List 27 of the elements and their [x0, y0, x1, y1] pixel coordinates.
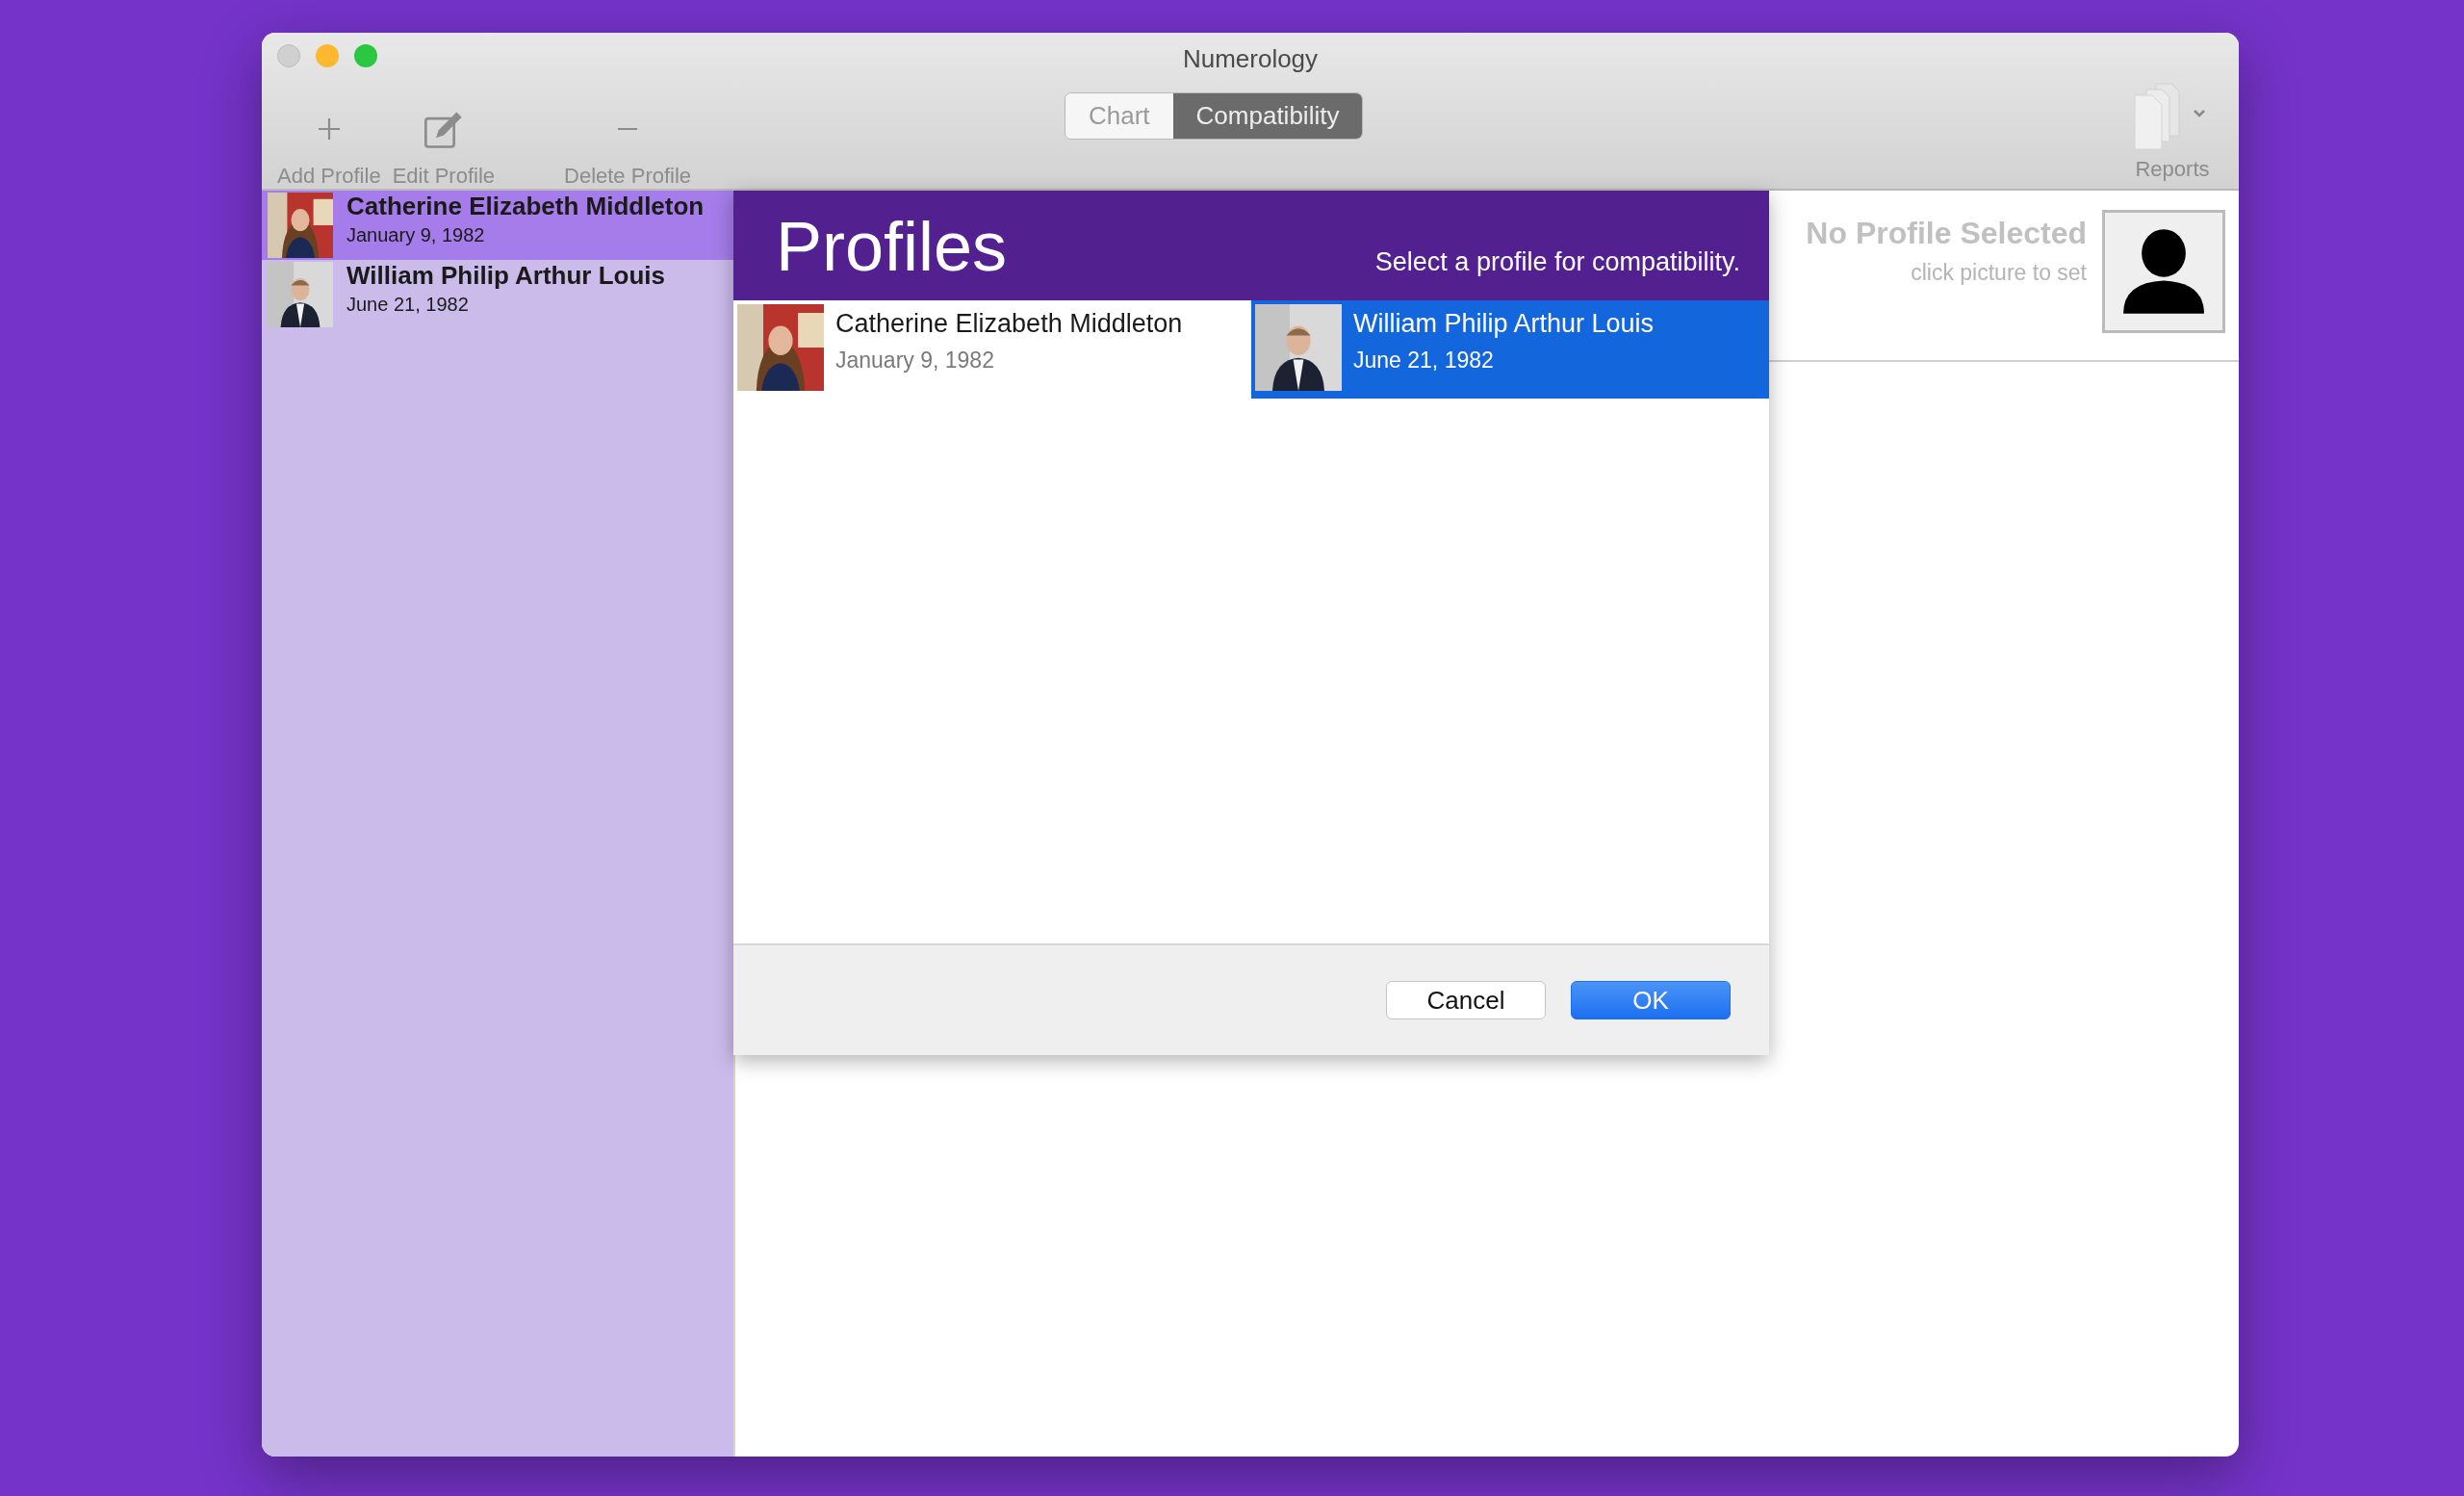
profile-date: June 21, 1982: [1353, 346, 1495, 374]
dialog-title: Profiles: [776, 212, 1008, 281]
sidebar-item[interactable]: Catherine Elizabeth Middleton January 9, 1982: [262, 191, 733, 260]
segment-tab[interactable]: Compatibility: [1172, 93, 1363, 139]
profile-date: June 21, 1982: [346, 292, 470, 317]
close-button[interactable]: [277, 44, 300, 67]
minimize-button[interactable]: [316, 44, 339, 67]
pencil-square-icon: [424, 110, 463, 148]
dialog-subtitle: Select a profile for compatibility.: [1374, 245, 1740, 278]
profile-name: Catherine Elizabeth Middleton: [835, 308, 1183, 340]
cancel-button[interactable]: Cancel: [1386, 981, 1546, 1019]
detail-hint: click picture to set: [1910, 259, 2087, 287]
profile-name: Catherine Elizabeth Middleton: [346, 193, 705, 220]
profile-name: William Philip Arthur Louis: [346, 262, 666, 290]
minus-icon: [617, 128, 639, 130]
window-title: Numerology: [1182, 43, 1319, 75]
segment-tab[interactable]: Chart: [1065, 93, 1173, 139]
detail-title: No Profile Selected: [1806, 215, 2087, 252]
profile-name: William Philip Arthur Louis: [1353, 308, 1655, 340]
plus-icon: [318, 118, 340, 140]
zoom-button[interactable]: [354, 44, 377, 67]
profile-date: January 9, 1982: [835, 346, 995, 374]
profile-date: January 9, 1982: [346, 222, 486, 247]
avatar-icon[interactable]: [2102, 210, 2225, 333]
profile-item[interactable]: William Philip Arthur Louis June 21, 1982: [1251, 300, 1769, 399]
ok-button[interactable]: OK: [1571, 981, 1731, 1019]
sidebar-item[interactable]: William Philip Arthur Louis June 21, 1982: [262, 260, 733, 329]
